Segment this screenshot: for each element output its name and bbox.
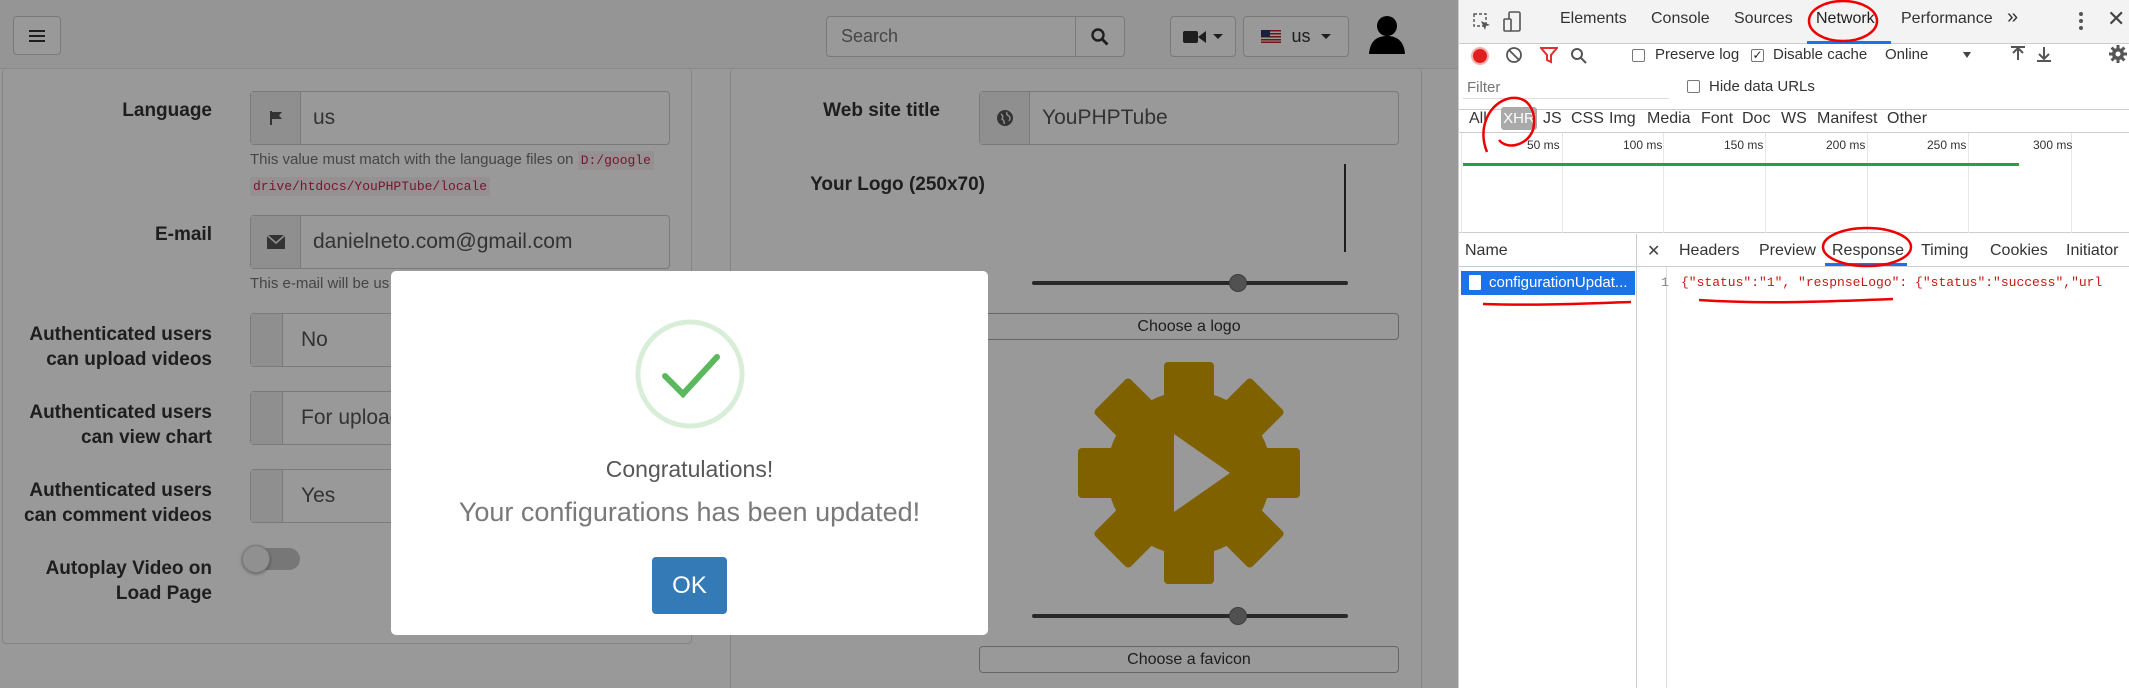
ok-button[interactable]: OK	[652, 557, 727, 614]
youphptube-app: us Language us This value must match wit…	[0, 0, 1458, 688]
success-dialog: Congratulations! Your configurations has…	[391, 271, 988, 635]
devtools-panel: Elements Console Sources Network Perform…	[1458, 0, 2129, 688]
dialog-message: Your configurations has been updated!	[458, 497, 921, 527]
dialog-title: Congratulations!	[605, 456, 774, 482]
success-checkmark-icon	[635, 319, 745, 429]
red-annotations	[1482, 0, 1913, 306]
